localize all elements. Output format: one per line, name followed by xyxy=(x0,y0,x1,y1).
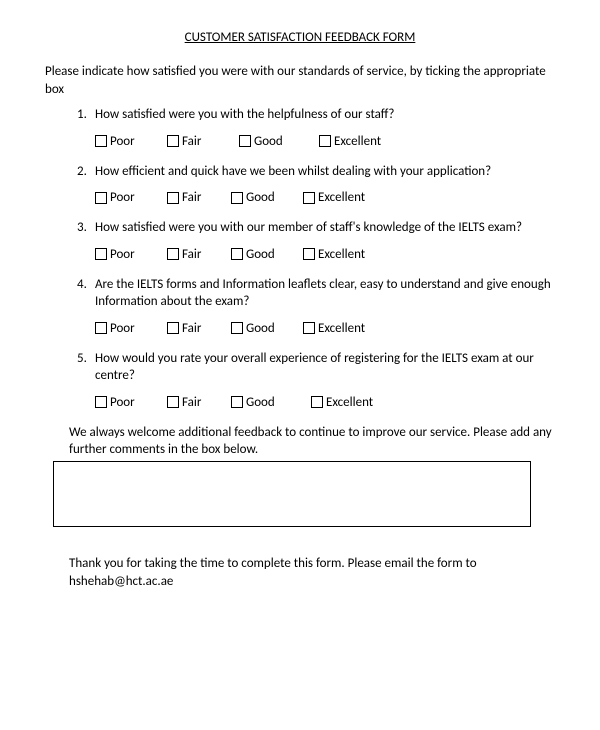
checkbox-icon[interactable] xyxy=(167,322,179,334)
checkbox-icon[interactable] xyxy=(239,135,251,147)
option-q5-excellent[interactable]: Excellent xyxy=(311,395,401,410)
checkbox-icon[interactable] xyxy=(95,396,107,408)
checkbox-icon[interactable] xyxy=(319,135,331,147)
option-label: Good xyxy=(246,321,275,336)
option-q4-excellent[interactable]: Excellent xyxy=(303,321,393,336)
option-label: Poor xyxy=(110,247,135,262)
question-4: 4. Are the IELTS forms and Information l… xyxy=(77,276,555,336)
option-q4-fair[interactable]: Fair xyxy=(167,321,231,336)
question-3: 3. How satisfied were you with our membe… xyxy=(77,219,555,262)
questions-list: 1. How satisfied were you with the helpf… xyxy=(45,106,555,410)
option-q3-excellent[interactable]: Excellent xyxy=(303,247,393,262)
form-title: CUSTOMER SATISFACTION FEEDBACK FORM xyxy=(45,30,555,45)
option-label: Fair xyxy=(182,395,201,410)
checkbox-icon[interactable] xyxy=(231,396,243,408)
question-5: 5. How would you rate your overall exper… xyxy=(77,350,555,410)
question-3-text: 3. How satisfied were you with our membe… xyxy=(77,219,555,237)
question-2-num: 2. xyxy=(77,163,95,181)
option-label: Excellent xyxy=(326,395,373,410)
option-label: Poor xyxy=(110,190,135,205)
option-label: Good xyxy=(246,395,275,410)
option-label: Fair xyxy=(182,190,201,205)
checkbox-icon[interactable] xyxy=(95,248,107,260)
option-q4-good[interactable]: Good xyxy=(231,321,303,336)
option-q5-fair[interactable]: Fair xyxy=(167,395,231,410)
option-label: Fair xyxy=(182,321,201,336)
option-q4-poor[interactable]: Poor xyxy=(95,321,167,336)
question-4-body: Are the IELTS forms and Information leaf… xyxy=(95,276,555,311)
option-label: Excellent xyxy=(318,321,365,336)
checkbox-icon[interactable] xyxy=(95,135,107,147)
question-4-options: Poor Fair Good Excellent xyxy=(77,321,555,336)
option-q3-fair[interactable]: Fair xyxy=(167,247,231,262)
thankyou-text: Thank you for taking the time to complet… xyxy=(45,555,555,590)
question-2-text: 2. How efficient and quick have we been … xyxy=(77,163,555,181)
option-label: Poor xyxy=(110,321,135,336)
comments-box[interactable] xyxy=(53,461,531,527)
question-5-body: How would you rate your overall experien… xyxy=(95,350,555,385)
checkbox-icon[interactable] xyxy=(167,135,179,147)
feedback-intro: We always welcome additional feedback to… xyxy=(45,424,555,459)
question-5-options: Poor Fair Good Excellent xyxy=(77,395,555,410)
checkbox-icon[interactable] xyxy=(303,248,315,260)
option-q2-fair[interactable]: Fair xyxy=(167,190,231,205)
checkbox-icon[interactable] xyxy=(95,192,107,204)
question-4-num: 4. xyxy=(77,276,95,311)
checkbox-icon[interactable] xyxy=(167,396,179,408)
checkbox-icon[interactable] xyxy=(167,248,179,260)
option-label: Excellent xyxy=(318,190,365,205)
option-q1-excellent[interactable]: Excellent xyxy=(319,134,409,149)
question-5-num: 5. xyxy=(77,350,95,385)
question-3-body: How satisfied were you with our member o… xyxy=(95,219,555,237)
option-label: Good xyxy=(254,134,283,149)
option-q3-good[interactable]: Good xyxy=(231,247,303,262)
question-5-text: 5. How would you rate your overall exper… xyxy=(77,350,555,385)
checkbox-icon[interactable] xyxy=(167,192,179,204)
option-q3-poor[interactable]: Poor xyxy=(95,247,167,262)
option-q1-fair[interactable]: Fair xyxy=(167,134,239,149)
option-label: Good xyxy=(246,190,275,205)
question-1-options: Poor Fair Good Excellent xyxy=(77,134,555,149)
option-label: Poor xyxy=(110,395,135,410)
question-3-num: 3. xyxy=(77,219,95,237)
option-label: Poor xyxy=(110,134,135,149)
question-1-num: 1. xyxy=(77,106,95,124)
checkbox-icon[interactable] xyxy=(231,322,243,334)
option-label: Good xyxy=(246,247,275,262)
option-label: Fair xyxy=(182,134,201,149)
option-q2-good[interactable]: Good xyxy=(231,190,303,205)
checkbox-icon[interactable] xyxy=(231,192,243,204)
question-1: 1. How satisfied were you with the helpf… xyxy=(77,106,555,149)
checkbox-icon[interactable] xyxy=(311,396,323,408)
checkbox-icon[interactable] xyxy=(303,322,315,334)
question-2-options: Poor Fair Good Excellent xyxy=(77,190,555,205)
checkbox-icon[interactable] xyxy=(303,192,315,204)
checkbox-icon[interactable] xyxy=(95,322,107,334)
option-label: Fair xyxy=(182,247,201,262)
option-q1-good[interactable]: Good xyxy=(239,134,319,149)
question-1-text: 1. How satisfied were you with the helpf… xyxy=(77,106,555,124)
question-3-options: Poor Fair Good Excellent xyxy=(77,247,555,262)
question-2: 2. How efficient and quick have we been … xyxy=(77,163,555,206)
option-q5-good[interactable]: Good xyxy=(231,395,311,410)
intro-text: Please indicate how satisfied you were w… xyxy=(45,63,555,98)
question-4-text: 4. Are the IELTS forms and Information l… xyxy=(77,276,555,311)
checkbox-icon[interactable] xyxy=(231,248,243,260)
option-q2-excellent[interactable]: Excellent xyxy=(303,190,393,205)
question-2-body: How efficient and quick have we been whi… xyxy=(95,163,555,181)
option-q1-poor[interactable]: Poor xyxy=(95,134,167,149)
option-label: Excellent xyxy=(318,247,365,262)
option-q5-poor[interactable]: Poor xyxy=(95,395,167,410)
option-label: Excellent xyxy=(334,134,381,149)
question-1-body: How satisfied were you with the helpfuln… xyxy=(95,106,555,124)
option-q2-poor[interactable]: Poor xyxy=(95,190,167,205)
